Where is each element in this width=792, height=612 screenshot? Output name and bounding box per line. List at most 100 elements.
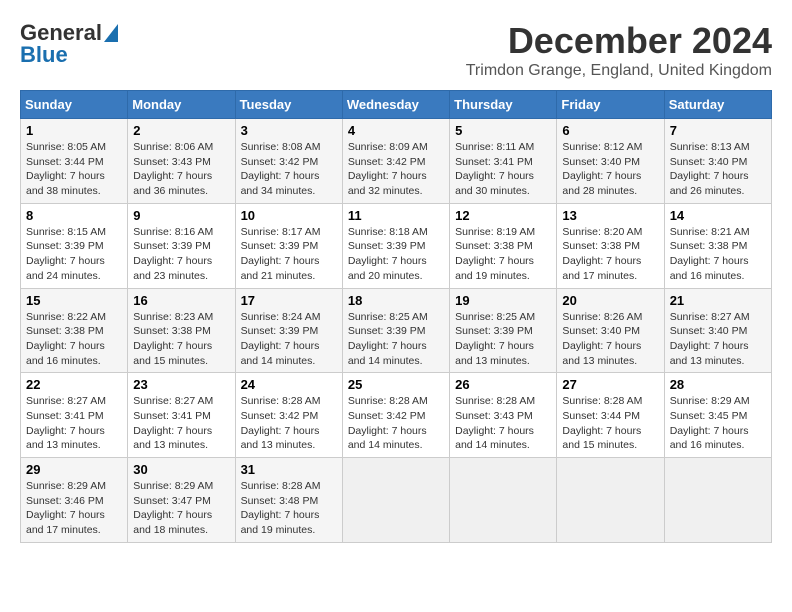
day-info: Sunrise: 8:22 AMSunset: 3:38 PMDaylight:… [26,311,106,367]
calendar-cell: 17 Sunrise: 8:24 AMSunset: 3:39 PMDaylig… [235,288,342,373]
day-number: 31 [241,462,337,477]
day-number: 21 [670,293,766,308]
day-info: Sunrise: 8:29 AMSunset: 3:46 PMDaylight:… [26,480,106,536]
weekday-header-saturday: Saturday [664,91,771,119]
day-number: 4 [348,123,444,138]
day-info: Sunrise: 8:23 AMSunset: 3:38 PMDaylight:… [133,311,213,367]
calendar-cell: 10 Sunrise: 8:17 AMSunset: 3:39 PMDaylig… [235,203,342,288]
calendar-cell: 5 Sunrise: 8:11 AMSunset: 3:41 PMDayligh… [450,119,557,204]
day-number: 2 [133,123,229,138]
calendar-cell: 19 Sunrise: 8:25 AMSunset: 3:39 PMDaylig… [450,288,557,373]
day-info: Sunrise: 8:28 AMSunset: 3:43 PMDaylight:… [455,395,535,451]
calendar-week-4: 22 Sunrise: 8:27 AMSunset: 3:41 PMDaylig… [21,373,772,458]
calendar-table: SundayMondayTuesdayWednesdayThursdayFrid… [20,90,772,543]
day-info: Sunrise: 8:28 AMSunset: 3:42 PMDaylight:… [348,395,428,451]
calendar-cell: 9 Sunrise: 8:16 AMSunset: 3:39 PMDayligh… [128,203,235,288]
day-number: 3 [241,123,337,138]
day-info: Sunrise: 8:27 AMSunset: 3:41 PMDaylight:… [133,395,213,451]
calendar-cell: 8 Sunrise: 8:15 AMSunset: 3:39 PMDayligh… [21,203,128,288]
calendar-cell: 25 Sunrise: 8:28 AMSunset: 3:42 PMDaylig… [342,373,449,458]
day-number: 15 [26,293,122,308]
calendar-cell [557,458,664,543]
day-info: Sunrise: 8:21 AMSunset: 3:38 PMDaylight:… [670,226,750,282]
day-info: Sunrise: 8:29 AMSunset: 3:47 PMDaylight:… [133,480,213,536]
day-number: 29 [26,462,122,477]
day-info: Sunrise: 8:28 AMSunset: 3:48 PMDaylight:… [241,480,321,536]
logo-triangle-icon [104,24,118,42]
calendar-week-1: 1 Sunrise: 8:05 AMSunset: 3:44 PMDayligh… [21,119,772,204]
day-info: Sunrise: 8:27 AMSunset: 3:40 PMDaylight:… [670,311,750,367]
day-number: 20 [562,293,658,308]
day-info: Sunrise: 8:16 AMSunset: 3:39 PMDaylight:… [133,226,213,282]
logo: General Blue [20,20,118,68]
weekday-header-friday: Friday [557,91,664,119]
day-info: Sunrise: 8:15 AMSunset: 3:39 PMDaylight:… [26,226,106,282]
calendar-cell: 11 Sunrise: 8:18 AMSunset: 3:39 PMDaylig… [342,203,449,288]
weekday-header-monday: Monday [128,91,235,119]
calendar-cell: 20 Sunrise: 8:26 AMSunset: 3:40 PMDaylig… [557,288,664,373]
day-info: Sunrise: 8:25 AMSunset: 3:39 PMDaylight:… [455,311,535,367]
calendar-cell: 2 Sunrise: 8:06 AMSunset: 3:43 PMDayligh… [128,119,235,204]
day-info: Sunrise: 8:18 AMSunset: 3:39 PMDaylight:… [348,226,428,282]
calendar-cell: 3 Sunrise: 8:08 AMSunset: 3:42 PMDayligh… [235,119,342,204]
day-info: Sunrise: 8:12 AMSunset: 3:40 PMDaylight:… [562,141,642,197]
calendar-cell: 28 Sunrise: 8:29 AMSunset: 3:45 PMDaylig… [664,373,771,458]
day-info: Sunrise: 8:17 AMSunset: 3:39 PMDaylight:… [241,226,321,282]
day-number: 7 [670,123,766,138]
calendar-cell: 22 Sunrise: 8:27 AMSunset: 3:41 PMDaylig… [21,373,128,458]
day-number: 27 [562,377,658,392]
day-info: Sunrise: 8:09 AMSunset: 3:42 PMDaylight:… [348,141,428,197]
calendar-title: December 2024 [466,20,772,62]
day-number: 10 [241,208,337,223]
calendar-cell: 15 Sunrise: 8:22 AMSunset: 3:38 PMDaylig… [21,288,128,373]
day-info: Sunrise: 8:05 AMSunset: 3:44 PMDaylight:… [26,141,106,197]
day-number: 26 [455,377,551,392]
calendar-cell: 12 Sunrise: 8:19 AMSunset: 3:38 PMDaylig… [450,203,557,288]
calendar-cell: 14 Sunrise: 8:21 AMSunset: 3:38 PMDaylig… [664,203,771,288]
weekday-header-row: SundayMondayTuesdayWednesdayThursdayFrid… [21,91,772,119]
weekday-header-tuesday: Tuesday [235,91,342,119]
calendar-cell: 23 Sunrise: 8:27 AMSunset: 3:41 PMDaylig… [128,373,235,458]
day-info: Sunrise: 8:06 AMSunset: 3:43 PMDaylight:… [133,141,213,197]
day-info: Sunrise: 8:13 AMSunset: 3:40 PMDaylight:… [670,141,750,197]
day-number: 25 [348,377,444,392]
calendar-subtitle: Trimdon Grange, England, United Kingdom [466,62,772,80]
calendar-cell: 13 Sunrise: 8:20 AMSunset: 3:38 PMDaylig… [557,203,664,288]
day-info: Sunrise: 8:28 AMSunset: 3:42 PMDaylight:… [241,395,321,451]
day-info: Sunrise: 8:08 AMSunset: 3:42 PMDaylight:… [241,141,321,197]
day-number: 16 [133,293,229,308]
calendar-cell: 18 Sunrise: 8:25 AMSunset: 3:39 PMDaylig… [342,288,449,373]
day-number: 13 [562,208,658,223]
calendar-cell: 30 Sunrise: 8:29 AMSunset: 3:47 PMDaylig… [128,458,235,543]
day-number: 19 [455,293,551,308]
weekday-header-wednesday: Wednesday [342,91,449,119]
day-number: 30 [133,462,229,477]
calendar-cell: 6 Sunrise: 8:12 AMSunset: 3:40 PMDayligh… [557,119,664,204]
calendar-cell: 4 Sunrise: 8:09 AMSunset: 3:42 PMDayligh… [342,119,449,204]
day-number: 23 [133,377,229,392]
calendar-cell [664,458,771,543]
day-info: Sunrise: 8:24 AMSunset: 3:39 PMDaylight:… [241,311,321,367]
calendar-cell: 1 Sunrise: 8:05 AMSunset: 3:44 PMDayligh… [21,119,128,204]
calendar-cell: 29 Sunrise: 8:29 AMSunset: 3:46 PMDaylig… [21,458,128,543]
calendar-cell: 31 Sunrise: 8:28 AMSunset: 3:48 PMDaylig… [235,458,342,543]
day-number: 11 [348,208,444,223]
calendar-cell [342,458,449,543]
calendar-cell: 21 Sunrise: 8:27 AMSunset: 3:40 PMDaylig… [664,288,771,373]
logo-text-blue: Blue [20,42,68,68]
calendar-cell: 16 Sunrise: 8:23 AMSunset: 3:38 PMDaylig… [128,288,235,373]
day-info: Sunrise: 8:26 AMSunset: 3:40 PMDaylight:… [562,311,642,367]
day-number: 6 [562,123,658,138]
day-number: 18 [348,293,444,308]
weekday-header-thursday: Thursday [450,91,557,119]
day-info: Sunrise: 8:29 AMSunset: 3:45 PMDaylight:… [670,395,750,451]
calendar-week-5: 29 Sunrise: 8:29 AMSunset: 3:46 PMDaylig… [21,458,772,543]
calendar-cell: 7 Sunrise: 8:13 AMSunset: 3:40 PMDayligh… [664,119,771,204]
day-number: 5 [455,123,551,138]
title-block: December 2024 Trimdon Grange, England, U… [466,20,772,80]
day-info: Sunrise: 8:20 AMSunset: 3:38 PMDaylight:… [562,226,642,282]
calendar-cell: 24 Sunrise: 8:28 AMSunset: 3:42 PMDaylig… [235,373,342,458]
day-number: 8 [26,208,122,223]
day-number: 1 [26,123,122,138]
day-number: 14 [670,208,766,223]
